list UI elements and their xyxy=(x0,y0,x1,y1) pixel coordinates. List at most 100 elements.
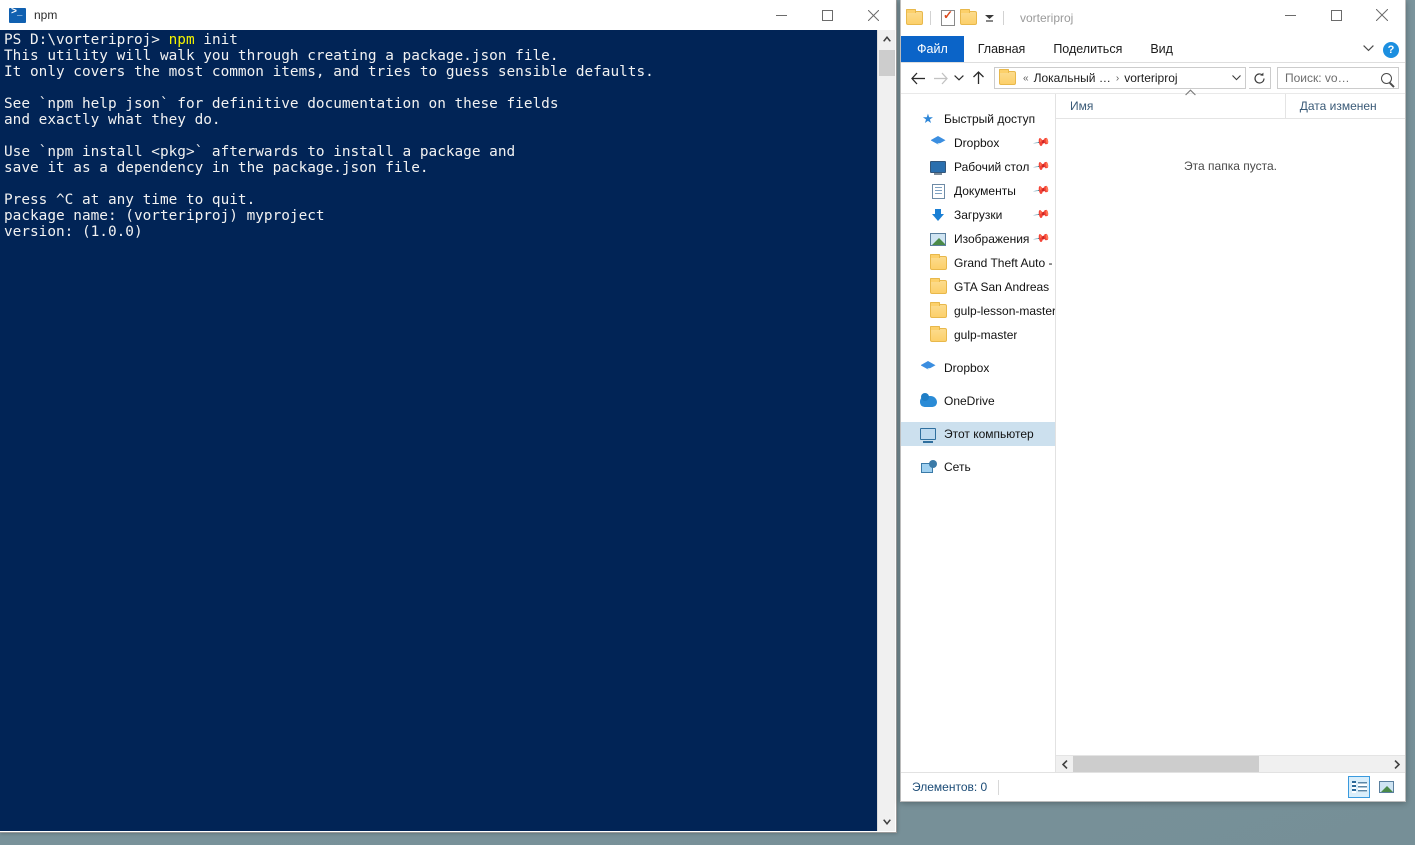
scroll-left-arrow-icon[interactable] xyxy=(1056,756,1073,773)
documents-icon xyxy=(929,183,947,199)
star-icon: ★ xyxy=(922,111,934,126)
sidebar-item-label: Dropbox xyxy=(954,136,1000,150)
ribbon-collapse-chevron-icon[interactable] xyxy=(1363,44,1374,55)
sidebar-item-network[interactable]: Сеть xyxy=(901,455,1055,479)
console-line: Press ^C at any time to quit. xyxy=(4,192,256,208)
pin-icon[interactable]: 📌 xyxy=(1033,181,1052,200)
close-button[interactable] xyxy=(850,0,896,30)
sidebar-item-gulp-lesson-master[interactable]: gulp-lesson-master xyxy=(901,299,1055,323)
breadcrumb-separator-icon: › xyxy=(1115,72,1120,84)
pin-icon[interactable]: 📌 xyxy=(1033,205,1052,224)
hscroll-track[interactable] xyxy=(1073,755,1388,773)
details-view-button[interactable] xyxy=(1348,776,1370,798)
breadcrumb-item-1[interactable]: vorteriproj xyxy=(1122,71,1179,85)
sidebar-item-label: Dropbox xyxy=(944,361,990,375)
address-folder-icon xyxy=(999,69,1016,85)
address-bar[interactable]: « Локальный … › vorteriproj xyxy=(994,67,1246,89)
explorer-content: ★ Быстрый доступ Dropbox 📌 Рабочий стол … xyxy=(901,88,1405,773)
qat-divider-2 xyxy=(1003,11,1004,25)
column-header-name[interactable]: Имя xyxy=(1056,88,1286,119)
onedrive-icon xyxy=(919,392,937,409)
sidebar-item-desktop[interactable]: Рабочий стол 📌 xyxy=(901,155,1055,179)
column-header-date-modified[interactable]: Дата изменен xyxy=(1286,94,1405,119)
console-line: It only covers the most common items, an… xyxy=(4,64,654,80)
ribbon-tab-bar: Файл Главная Поделиться Вид ? xyxy=(901,36,1405,63)
sidebar-item-onedrive[interactable]: OneDrive xyxy=(901,389,1055,413)
folder-icon xyxy=(929,326,947,343)
tab-file[interactable]: Файл xyxy=(901,36,964,62)
forward-button[interactable] xyxy=(929,67,951,89)
view-mode-buttons xyxy=(1348,776,1397,798)
sidebar-item-label: gulp-master xyxy=(954,328,1018,342)
tab-home[interactable]: Главная xyxy=(964,36,1040,62)
horizontal-scrollbar[interactable] xyxy=(1056,755,1405,773)
breadcrumb-item-0[interactable]: Локальный … xyxy=(1032,71,1113,85)
tab-share[interactable]: Поделиться xyxy=(1039,36,1136,62)
new-folder-icon[interactable] xyxy=(958,8,978,28)
sidebar-item-gta-san-andreas[interactable]: GTA San Andreas xyxy=(901,275,1055,299)
sidebar-item-grand-theft-auto[interactable]: Grand Theft Auto - xyxy=(901,251,1055,275)
folder-icon xyxy=(929,278,947,295)
hscroll-thumb[interactable] xyxy=(1073,755,1259,773)
sidebar-item-label: Документы xyxy=(954,184,1016,198)
powershell-console-area[interactable]: PS D:\vorteriproj> npm init This utility … xyxy=(0,30,895,831)
pin-icon[interactable]: 📌 xyxy=(1033,157,1052,176)
breadcrumb-overflow-icon[interactable]: « xyxy=(1020,73,1032,84)
address-bar-row: « Локальный … › vorteriproj Поиск: vo… xyxy=(901,63,1405,94)
sidebar-item-documents[interactable]: Документы 📌 xyxy=(901,179,1055,203)
minimize-button[interactable] xyxy=(758,0,804,30)
search-input[interactable]: Поиск: vo… xyxy=(1277,67,1399,89)
scroll-up-arrow-icon[interactable] xyxy=(878,30,895,48)
scrollbar-thumb[interactable] xyxy=(879,50,895,76)
sidebar-item-downloads[interactable]: Загрузки 📌 xyxy=(901,203,1055,227)
sidebar-item-pictures[interactable]: Изображения 📌 xyxy=(901,227,1055,251)
explorer-window-controls xyxy=(1267,0,1405,30)
explorer-minimize-button[interactable] xyxy=(1267,0,1313,30)
file-list[interactable]: Эта папка пуста. xyxy=(1056,119,1405,755)
scroll-down-arrow-icon[interactable] xyxy=(878,813,895,831)
address-dropdown-chevron-icon[interactable] xyxy=(1228,73,1245,83)
sidebar-item-gulp-master[interactable]: gulp-master xyxy=(901,323,1055,347)
sidebar-item-quick-access[interactable]: ★ Быстрый доступ xyxy=(901,107,1055,131)
sidebar-item-dropbox-pinned[interactable]: Dropbox 📌 xyxy=(901,131,1055,155)
properties-icon[interactable] xyxy=(938,8,958,28)
file-list-pane: Имя Дата изменен Эта папка пуста. xyxy=(1056,88,1405,773)
quick-access-toolbar xyxy=(901,8,1011,28)
column-header-date-label: Дата изменен xyxy=(1299,99,1377,113)
help-icon[interactable]: ? xyxy=(1383,41,1399,58)
sidebar-item-label: Загрузки xyxy=(954,208,1003,222)
console-line: See `npm help json` for definitive docum… xyxy=(4,96,559,112)
desktop-background: npm PS D:\vorteriproj> npm initThis util… xyxy=(0,0,1415,845)
navigation-pane[interactable]: ★ Быстрый доступ Dropbox 📌 Рабочий стол … xyxy=(901,94,1056,772)
thumbnail-view-button[interactable] xyxy=(1375,776,1397,798)
column-header-name-label: Имя xyxy=(1070,99,1094,113)
explorer-titlebar[interactable]: vorteriproj xyxy=(901,0,1405,36)
sidebar-item-label: Сеть xyxy=(944,460,971,474)
console-line: save it as a dependency in the package.j… xyxy=(4,160,429,176)
powershell-vertical-scrollbar[interactable] xyxy=(877,30,895,831)
item-count-label: Элементов: 0 xyxy=(912,780,988,794)
dropbox-icon xyxy=(929,135,947,151)
console-command-keyword: npm xyxy=(168,32,195,48)
chevron-down-icon[interactable] xyxy=(982,9,996,27)
pin-icon[interactable]: 📌 xyxy=(1033,133,1052,152)
tab-view[interactable]: Вид xyxy=(1136,36,1187,62)
sidebar-item-this-pc[interactable]: Этот компьютер xyxy=(901,422,1055,446)
powershell-titlebar[interactable]: npm xyxy=(0,0,896,30)
sidebar-item-dropbox[interactable]: Dropbox xyxy=(901,356,1055,380)
recent-locations-chevron-icon[interactable] xyxy=(951,67,967,89)
scroll-right-arrow-icon[interactable] xyxy=(1388,756,1405,773)
powershell-output-text: PS D:\vorteriproj> npm init This utility … xyxy=(4,32,873,240)
explorer-maximize-button[interactable] xyxy=(1313,0,1359,30)
explorer-close-button[interactable] xyxy=(1359,0,1405,30)
maximize-button[interactable] xyxy=(804,0,850,30)
console-prompt: PS D:\vorteriproj> xyxy=(4,32,169,48)
up-button[interactable] xyxy=(967,67,989,89)
refresh-button[interactable] xyxy=(1249,67,1271,89)
pin-icon[interactable]: 📌 xyxy=(1033,229,1052,248)
dropbox-icon xyxy=(919,360,937,376)
back-button[interactable] xyxy=(907,67,929,89)
search-icon xyxy=(1381,72,1392,84)
